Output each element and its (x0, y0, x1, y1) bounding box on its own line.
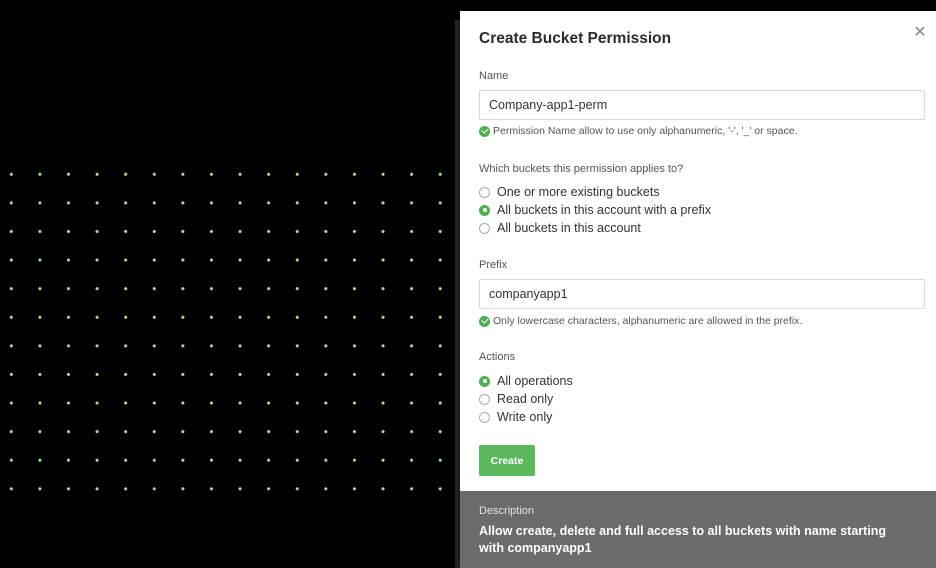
radio-existing-buckets[interactable]: One or more existing buckets (479, 185, 660, 199)
radio-label: All operations (497, 374, 573, 388)
close-icon[interactable]: ✕ (912, 25, 928, 41)
radio-unselected-icon[interactable] (479, 186, 490, 198)
modal-title: Create Bucket Permission (479, 30, 672, 47)
prefix-input[interactable] (479, 279, 925, 309)
radio-label: All buckets in this account with a prefi… (497, 203, 711, 217)
radio-unselected-icon[interactable] (479, 411, 490, 423)
radio-label: Read only (497, 392, 554, 406)
name-input[interactable] (479, 90, 925, 120)
radio-selected-icon[interactable] (479, 375, 490, 387)
check-circle-icon (479, 125, 490, 137)
description-text: Allow create, delete and full access to … (479, 524, 887, 555)
name-hint-text: Permission Name allow to use only alphan… (493, 125, 798, 137)
description-panel: Description Allow create, delete and ful… (460, 491, 936, 568)
radio-write-only[interactable]: Write only (479, 410, 552, 424)
radio-buckets-with-prefix[interactable]: All buckets in this account with a prefi… (479, 203, 711, 217)
radio-selected-icon[interactable] (479, 204, 490, 216)
create-bucket-permission-modal: Create Bucket Permission ✕ Name Permissi… (460, 11, 936, 568)
radio-unselected-icon[interactable] (479, 222, 490, 234)
dot-pattern-decoration (0, 160, 460, 500)
radio-all-operations[interactable]: All operations (479, 374, 573, 388)
description-label: Description (479, 505, 535, 517)
radio-label: Write only (497, 410, 553, 424)
radio-unselected-icon[interactable] (479, 393, 490, 405)
prefix-label: Prefix (479, 259, 508, 271)
name-hint: Permission Name allow to use only alphan… (479, 125, 798, 137)
prefix-hint-text: Only lowercase characters, alphanumeric … (493, 315, 803, 327)
check-circle-icon (479, 315, 490, 327)
buckets-label: Which buckets this permission applies to… (479, 163, 684, 175)
create-button[interactable]: Create (479, 445, 535, 476)
name-label: Name (479, 70, 509, 82)
radio-label: One or more existing buckets (497, 185, 660, 199)
radio-read-only[interactable]: Read only (479, 392, 553, 406)
radio-all-buckets[interactable]: All buckets in this account (479, 221, 641, 235)
actions-label: Actions (479, 351, 516, 363)
radio-label: All buckets in this account (497, 221, 641, 235)
prefix-hint: Only lowercase characters, alphanumeric … (479, 315, 802, 327)
